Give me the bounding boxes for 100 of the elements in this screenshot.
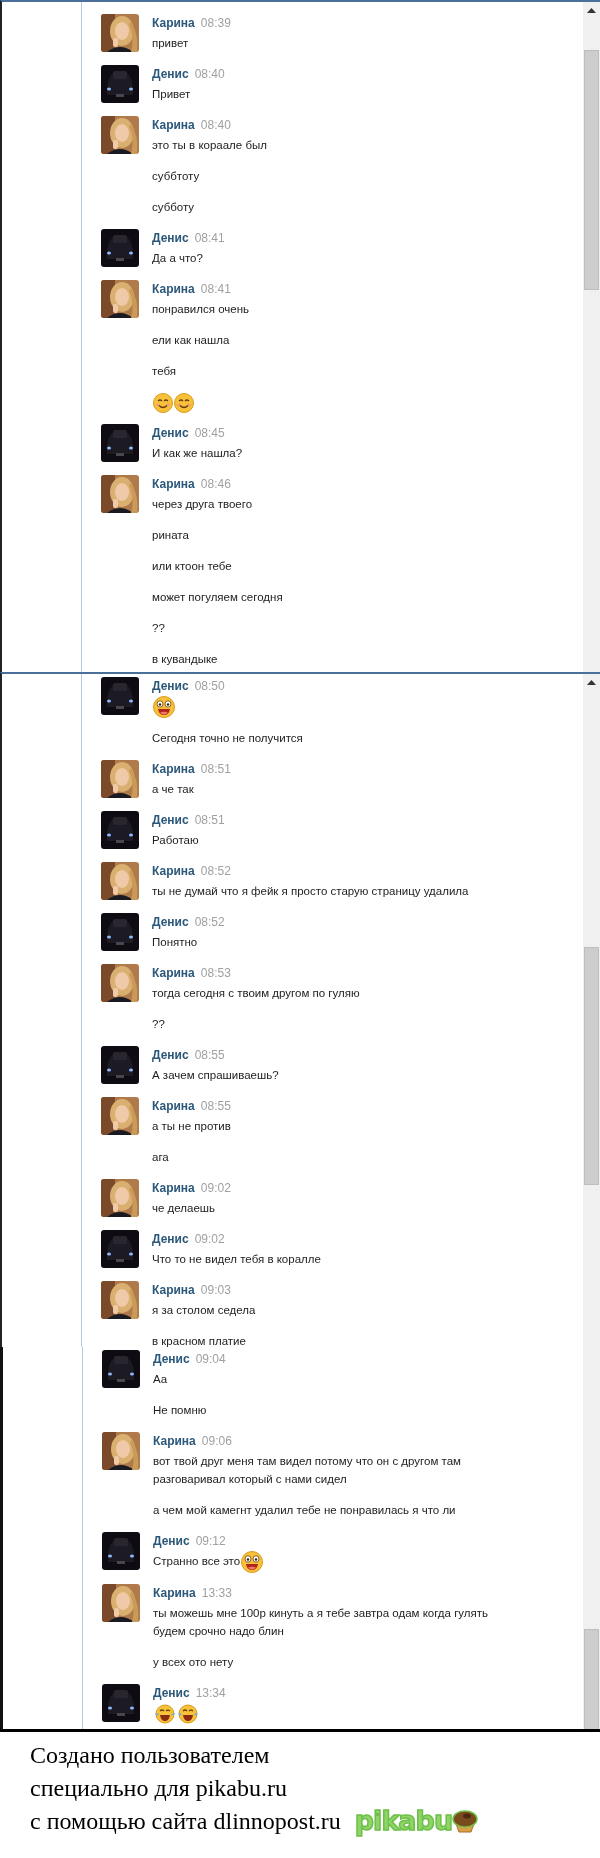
sender-name[interactable]: Карина (152, 1098, 195, 1113)
message-text: А зачем спрашиваешь? (152, 1068, 279, 1081)
message-text: а ты не против (152, 1119, 231, 1132)
crying-laughing-face-icon (154, 1703, 176, 1724)
surprised-face-icon (241, 1550, 264, 1573)
sender-name[interactable]: Карина (152, 118, 195, 132)
message-text: тогда сегодня с твоим другом по гуляю (152, 986, 360, 999)
message-text: привет (152, 37, 189, 49)
message-text: че делаешь (152, 1201, 216, 1214)
message-time: 09:12 (195, 1534, 226, 1548)
sender-name[interactable]: Денис (152, 426, 189, 440)
sender-name[interactable]: Карина (152, 863, 195, 878)
message-text: суббтоту (152, 170, 200, 182)
message-time: 13:34 (195, 1685, 226, 1700)
message-text: понравился очень (152, 303, 250, 315)
message-text: в красном платие (152, 1334, 246, 1347)
sender-name[interactable]: Денис (153, 1534, 190, 1548)
message-text: или ктоон тебе (152, 560, 232, 572)
sender-name[interactable]: Денис (152, 812, 189, 827)
smiling-face-icon (153, 392, 173, 413)
message-time: 09:02 (194, 1231, 225, 1246)
sender-name[interactable]: Карина (152, 965, 195, 980)
message-text: это ты в кораале был (152, 139, 267, 151)
sender-name[interactable]: Денис (152, 914, 189, 929)
sender-name[interactable]: Денис (152, 231, 189, 245)
scroll-thumb[interactable] (584, 1629, 599, 1729)
sender-name[interactable]: Карина (152, 477, 195, 491)
message-text: у всех ото нету (153, 1655, 234, 1668)
message-time: 08:51 (200, 761, 231, 776)
message-time: 09:02 (200, 1180, 231, 1195)
crying-laughing-face-icon (177, 1703, 199, 1724)
logo-text: pikabu (354, 1806, 453, 1836)
message-text: Сегодня точно не получится (152, 731, 303, 744)
message-time: 08:39 (200, 16, 231, 30)
message-text: Что то не видел тебя в коралле (152, 1252, 321, 1265)
message-time: 08:45 (194, 426, 225, 440)
scroll-bar[interactable] (583, 1347, 600, 1729)
message-text: Аа (153, 1373, 168, 1385)
message-text: может погуляем сегодня (152, 591, 283, 603)
message-text: а чем мой камегнт удалил тебе не понравилась я что ли (153, 1504, 456, 1516)
message-time: 13:33 (201, 1585, 232, 1600)
muffin-icon (452, 1809, 479, 1833)
sender-name[interactable]: Карина (152, 761, 195, 776)
message-text: ели как нашла (152, 334, 230, 346)
message-text: ты можешь мне 100р кинуть а я тебе завтра одам когда гулять будем срочно надо блин (153, 1606, 489, 1637)
smiling-face-icon (174, 392, 194, 413)
message-time: 08:41 (200, 282, 231, 296)
message-text: я за столом седела (152, 1303, 256, 1316)
sender-name[interactable]: Карина (153, 1585, 196, 1600)
message-text: ты не думай что я фейк я просто старую страницу удалила (152, 884, 469, 897)
message-text: в кувандыке (152, 653, 218, 665)
sender-name[interactable]: Денис (153, 1685, 190, 1700)
message-text: а че так (152, 782, 194, 795)
message-time: 08:40 (200, 118, 231, 132)
message-time: 08:55 (200, 1098, 231, 1113)
message-text: И как же нашла? (152, 447, 243, 459)
message-time: 08:55 (194, 1047, 225, 1062)
message-time: 08:40 (194, 67, 225, 81)
message-text: ?? (152, 622, 165, 634)
sender-name[interactable]: Карина (152, 1282, 195, 1297)
message-text: вот твой друг меня там видел потому что он с другом там разговаривал который с нами сидел (153, 1455, 461, 1485)
scroll-bar[interactable] (583, 2, 600, 672)
sender-name[interactable]: Карина (152, 1180, 195, 1195)
message-time: 09:03 (200, 1282, 231, 1297)
message-time: 08:52 (200, 863, 231, 878)
sender-name[interactable]: Денис (152, 679, 189, 693)
sender-name[interactable]: Карина (152, 282, 195, 296)
message-text: ага (152, 1150, 169, 1163)
message-time: 09:04 (195, 1352, 226, 1366)
message-text: субботу (152, 201, 195, 213)
scroll-up-icon[interactable] (587, 8, 596, 13)
message-time: 09:06 (201, 1434, 232, 1448)
message-text: Понятно (152, 935, 198, 948)
scroll-thumb[interactable] (584, 50, 599, 290)
surprised-face-icon (153, 695, 175, 718)
scroll-thumb[interactable] (584, 947, 599, 1185)
scroll-up-icon[interactable] (587, 680, 596, 685)
sender-name[interactable]: Денис (152, 67, 189, 81)
message-text: через друга твоего (152, 498, 253, 510)
message-text: тебя (152, 365, 176, 377)
message-time: 08:51 (194, 812, 225, 827)
sender-name[interactable]: Карина (152, 16, 195, 30)
sender-name[interactable]: Денис (152, 1231, 189, 1246)
credit-text: Создано пользователем специально для pikabu.ru с помощью сайта dlinnopost.ru (30, 1741, 341, 1836)
sender-name[interactable]: Карина (153, 1434, 196, 1448)
message-text: ?? (152, 1017, 165, 1030)
message-text: Да а что? (152, 252, 203, 264)
message-time: 08:41 (194, 231, 225, 245)
message-text: Странно все это (153, 1555, 241, 1567)
message-text: Привет (152, 88, 191, 100)
scroll-bar[interactable] (583, 674, 600, 1347)
sender-name[interactable]: Денис (153, 1352, 190, 1366)
message-time: 08:50 (194, 679, 225, 693)
message-text: рината (152, 529, 189, 541)
sender-name[interactable]: Денис (152, 1047, 189, 1062)
message-time: 08:53 (200, 965, 231, 980)
message-time: 08:46 (200, 477, 231, 491)
message-text: Работаю (152, 833, 199, 846)
message-text: Не помню (153, 1404, 207, 1416)
message-time: 08:52 (194, 914, 225, 929)
